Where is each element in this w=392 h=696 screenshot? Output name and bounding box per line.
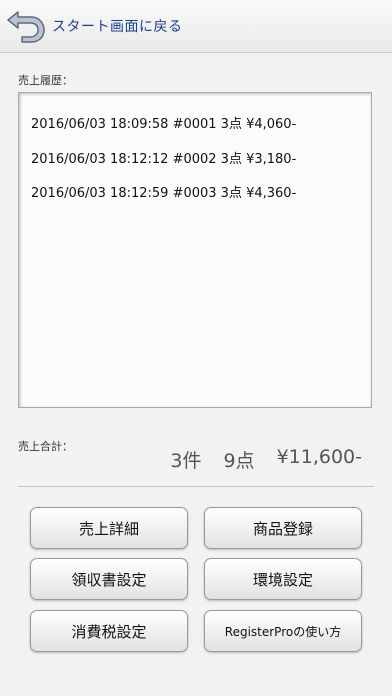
how-to-use-button[interactable]: RegisterProの使い方	[204, 610, 362, 652]
total-label: 売上合計：	[18, 440, 73, 453]
environment-settings-button[interactable]: 環境設定	[204, 558, 362, 600]
total-items: 9点	[223, 450, 255, 472]
list-item[interactable]: 2016/06/03 18:12:12 #0002 3点 ¥3,180-	[31, 148, 296, 167]
sales-history-list[interactable]: 2016/06/03 18:09:58 #0001 3点 ¥4,060- 201…	[18, 92, 372, 408]
total-count: 3件	[170, 450, 202, 472]
history-label: 売上履歴：	[18, 74, 73, 87]
header-bar: スタート画面に戻る	[0, 0, 392, 53]
total-amount: ¥11,600-	[276, 446, 362, 468]
tax-settings-button[interactable]: 消費税設定	[30, 610, 188, 652]
back-arrow-icon	[7, 11, 45, 43]
product-register-button[interactable]: 商品登録	[204, 507, 362, 549]
sales-total: 3件 9点 ¥11,600-	[170, 446, 362, 473]
list-item[interactable]: 2016/06/03 18:12:59 #0003 3点 ¥4,360-	[31, 182, 296, 201]
back-label: スタート画面に戻る	[52, 19, 183, 35]
divider	[18, 486, 374, 487]
sales-detail-button[interactable]: 売上詳細	[30, 507, 188, 549]
receipt-settings-button[interactable]: 領収書設定	[30, 558, 188, 600]
list-item[interactable]: 2016/06/03 18:09:58 #0001 3点 ¥4,060-	[31, 113, 296, 132]
back-button[interactable]: スタート画面に戻る	[4, 6, 183, 46]
